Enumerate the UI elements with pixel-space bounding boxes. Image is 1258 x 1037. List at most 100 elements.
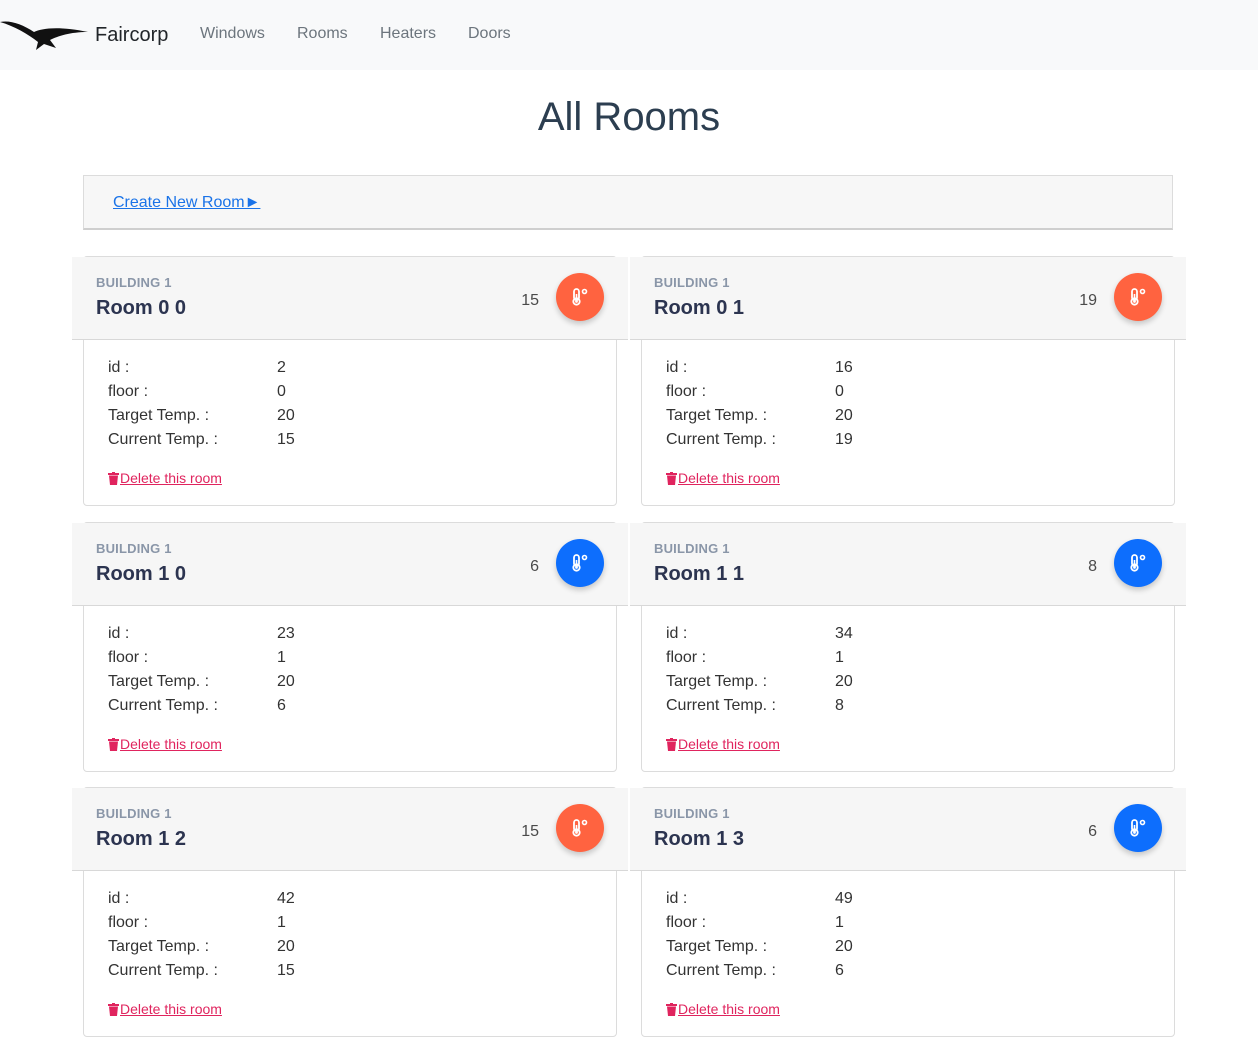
- id-label: id :: [666, 625, 688, 642]
- building-label: BUILDING 1: [96, 806, 172, 821]
- target-temp-value: 20: [277, 938, 295, 955]
- delete-room-link[interactable]: Delete this room: [666, 470, 780, 486]
- floor-label: floor :: [666, 383, 707, 400]
- delete-room-label: Delete this room: [678, 736, 780, 752]
- delete-room-label: Delete this room: [120, 470, 222, 486]
- delete-room-link[interactable]: Delete this room: [108, 470, 222, 486]
- current-temp-detail-value: 6: [835, 962, 844, 979]
- current-temp-value: 6: [530, 558, 539, 575]
- current-temp-value: 6: [1088, 823, 1097, 840]
- id-value: 49: [835, 890, 853, 907]
- id-label: id :: [108, 359, 130, 376]
- trash-icon: [666, 1002, 677, 1016]
- current-temp-detail-value: 8: [835, 697, 844, 714]
- page-title: All Rooms: [537, 95, 721, 139]
- nav-link-windows[interactable]: Windows: [200, 25, 265, 43]
- target-temp-value: 20: [277, 407, 295, 424]
- room-card: BUILDING 1 Room 0 1 19 id : 16 floor : 0 T…: [630, 256, 1186, 506]
- floor-value: 0: [277, 383, 286, 400]
- room-card-header: BUILDING 1 Room 1 0 6: [72, 523, 628, 606]
- current-temp-detail-value: 15: [277, 431, 295, 448]
- room-name: Room 0 0: [96, 297, 187, 319]
- current-temp-value: 19: [1079, 292, 1097, 309]
- current-temp-value: 15: [521, 292, 539, 309]
- current-temp-label: Current Temp. :: [108, 962, 218, 979]
- current-temp-label: Current Temp. :: [108, 697, 218, 714]
- nav-link-rooms[interactable]: Rooms: [297, 25, 348, 43]
- room-name: Room 1 0: [96, 563, 187, 585]
- temperature-button[interactable]: [556, 539, 604, 587]
- floor-value: 1: [277, 914, 286, 931]
- room-card-header: BUILDING 1 Room 0 1 19: [630, 257, 1186, 340]
- floor-value: 1: [835, 649, 844, 666]
- current-temp-label: Current Temp. :: [666, 697, 776, 714]
- room-card-header: BUILDING 1 Room 1 1 8: [630, 523, 1186, 606]
- nav-link-heaters[interactable]: Heaters: [380, 25, 436, 43]
- target-temp-value: 20: [835, 938, 853, 955]
- target-temp-value: 20: [835, 673, 853, 690]
- building-label: BUILDING 1: [654, 275, 730, 290]
- room-card-header: BUILDING 1 Room 1 2 15: [72, 788, 628, 871]
- current-temp-label: Current Temp. :: [666, 962, 776, 979]
- trash-icon: [108, 737, 119, 751]
- delete-room-link[interactable]: Delete this room: [108, 736, 222, 752]
- thermometer-icon: [1130, 554, 1146, 572]
- floor-value: 0: [835, 383, 844, 400]
- building-label: BUILDING 1: [654, 806, 730, 821]
- delete-room-label: Delete this room: [120, 736, 222, 752]
- delete-room-label: Delete this room: [678, 1001, 780, 1017]
- room-card: BUILDING 1 Room 1 0 6 id : 23 floor : 1 Ta…: [72, 522, 628, 772]
- current-temp-detail-value: 6: [277, 697, 286, 714]
- current-temp-detail-value: 19: [835, 431, 853, 448]
- target-temp-label: Target Temp. :: [108, 938, 210, 955]
- create-room-link[interactable]: Create New Room►: [113, 194, 260, 212]
- thermometer-icon: [572, 554, 588, 572]
- thermometer-icon: [572, 819, 588, 837]
- room-card-header: BUILDING 1 Room 1 3 6: [630, 788, 1186, 871]
- delete-room-label: Delete this room: [120, 1001, 222, 1017]
- current-temp-label: Current Temp. :: [666, 431, 776, 448]
- id-value: 42: [277, 890, 295, 907]
- building-label: BUILDING 1: [654, 541, 730, 556]
- delete-room-link[interactable]: Delete this room: [666, 1001, 780, 1017]
- temperature-button[interactable]: [1114, 539, 1162, 587]
- trash-icon: [666, 471, 677, 485]
- id-value: 23: [277, 625, 295, 642]
- temperature-button[interactable]: [556, 273, 604, 321]
- room-name: Room 1 3: [654, 828, 745, 850]
- id-value: 16: [835, 359, 853, 376]
- id-label: id :: [666, 890, 688, 907]
- navbar: Faircorp Windows Rooms Heaters Doors: [0, 0, 1258, 70]
- temperature-button[interactable]: [1114, 273, 1162, 321]
- current-temp-detail-value: 15: [277, 962, 295, 979]
- room-name: Room 0 1: [654, 297, 745, 319]
- nav-link-doors[interactable]: Doors: [468, 25, 511, 43]
- id-value: 34: [835, 625, 853, 642]
- room-name: Room 1 1: [654, 563, 745, 585]
- thermometer-icon: [1130, 288, 1146, 306]
- temperature-button[interactable]: [1114, 804, 1162, 852]
- room-card: BUILDING 1 Room 1 2 15 id : 42 floor : 1 T…: [72, 787, 628, 1037]
- room-card-header: BUILDING 1 Room 0 0 15: [72, 257, 628, 340]
- create-room-panel: Create New Room►: [83, 175, 1173, 230]
- trash-icon: [108, 471, 119, 485]
- target-temp-value: 20: [835, 407, 853, 424]
- floor-value: 1: [277, 649, 286, 666]
- delete-room-label: Delete this room: [678, 470, 780, 486]
- floor-label: floor :: [108, 649, 149, 666]
- target-temp-label: Target Temp. :: [108, 407, 210, 424]
- id-label: id :: [108, 625, 130, 642]
- delete-room-link[interactable]: Delete this room: [108, 1001, 222, 1017]
- temperature-button[interactable]: [556, 804, 604, 852]
- id-label: id :: [108, 890, 130, 907]
- floor-label: floor :: [666, 914, 707, 931]
- room-card: BUILDING 1 Room 0 0 15 id : 2 floor : 0 Ta…: [72, 256, 628, 506]
- room-name: Room 1 2: [96, 828, 187, 850]
- bird-logo-icon[interactable]: [0, 18, 90, 52]
- target-temp-label: Target Temp. :: [108, 673, 210, 690]
- delete-room-link[interactable]: Delete this room: [666, 736, 780, 752]
- brand-name[interactable]: Faircorp: [95, 24, 168, 47]
- target-temp-label: Target Temp. :: [666, 673, 768, 690]
- current-temp-label: Current Temp. :: [108, 431, 218, 448]
- thermometer-icon: [572, 288, 588, 306]
